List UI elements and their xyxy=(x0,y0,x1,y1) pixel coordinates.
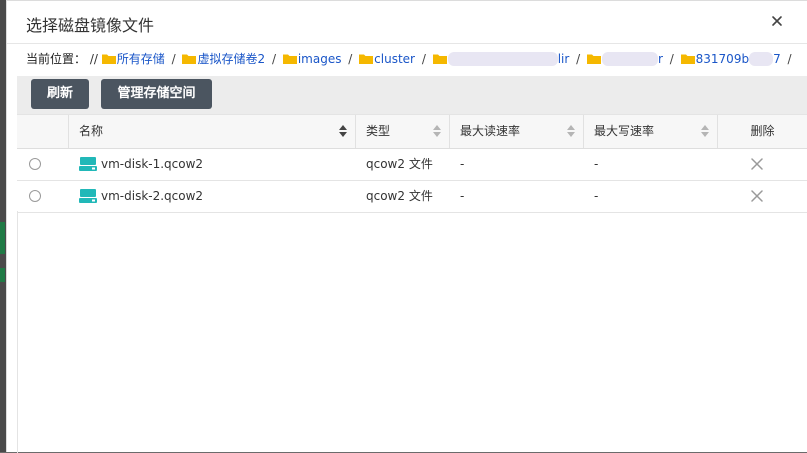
breadcrumb-item-all-storage[interactable]: 所有存储 xyxy=(101,52,169,66)
table-row[interactable]: vm-disk-2.qcow2 qcow2 文件 - - xyxy=(17,181,807,213)
backdrop-mark xyxy=(0,222,5,254)
column-header-max-read[interactable]: 最大读速率 xyxy=(450,115,584,148)
folder-icon xyxy=(359,54,374,64)
folder-icon xyxy=(101,54,116,64)
breadcrumb-separator: / xyxy=(576,52,581,66)
folder-icon xyxy=(432,54,447,64)
redacted-text xyxy=(749,52,774,66)
redacted-text xyxy=(602,52,658,66)
dialog-header: 选择磁盘镜像文件 xyxy=(7,1,807,44)
toolbar: 刷新 管理存储空间 xyxy=(17,76,807,114)
column-header-max-write[interactable]: 最大写速率 xyxy=(584,115,718,148)
redacted-text xyxy=(447,52,558,66)
column-header-name[interactable]: 名称 xyxy=(69,115,356,148)
row-name: vm-disk-1.qcow2 xyxy=(101,157,204,171)
sort-icon[interactable] xyxy=(339,125,347,137)
breadcrumb-item-images[interactable]: images xyxy=(282,52,345,66)
breadcrumb-item-cluster[interactable]: cluster xyxy=(359,52,419,66)
row-type: qcow2 文件 xyxy=(366,189,433,203)
column-header-delete: 删除 xyxy=(750,124,775,138)
manage-storage-button[interactable]: 管理存储空间 xyxy=(101,79,212,109)
folder-icon xyxy=(182,54,197,64)
folder-icon xyxy=(587,54,601,64)
breadcrumb-separator: / xyxy=(421,52,426,66)
breadcrumb-separator: / xyxy=(271,52,276,66)
table-header: 名称 类型 最大读速率 最大写速率 删除 xyxy=(17,114,807,149)
dialog-title: 选择磁盘镜像文件 xyxy=(26,16,155,35)
breadcrumb-item-redacted-1[interactable]: lir xyxy=(432,52,573,66)
breadcrumb-item-volume[interactable]: 虚拟存储卷2 xyxy=(182,52,268,66)
row-select-radio[interactable] xyxy=(29,158,41,170)
disk-image-table: 名称 类型 最大读速率 最大写速率 删除 vm-disk-1.qcow2 qco… xyxy=(17,114,807,213)
breadcrumb-separator: / xyxy=(669,52,674,66)
disk-icon xyxy=(79,189,97,203)
row-max-write: - xyxy=(594,189,599,203)
breadcrumb-prefix: 当前位置： xyxy=(26,52,87,66)
sort-icon[interactable] xyxy=(567,125,575,137)
breadcrumb-separator: / xyxy=(787,52,792,66)
breadcrumb-root[interactable]: // xyxy=(90,52,98,66)
breadcrumb-item-current[interactable]: 831709b 7 xyxy=(680,52,785,66)
row-name: vm-disk-2.qcow2 xyxy=(101,189,204,203)
select-disk-image-dialog: 选择磁盘镜像文件 当前位置： // 所有存储 / 虚拟存储卷2 / images… xyxy=(6,0,807,453)
folder-icon xyxy=(680,54,695,64)
breadcrumb: 当前位置： // 所有存储 / 虚拟存储卷2 / images / cluste… xyxy=(26,49,795,69)
backdrop-mark xyxy=(0,268,5,282)
breadcrumb-separator: / xyxy=(171,52,176,66)
refresh-button[interactable]: 刷新 xyxy=(31,79,89,109)
delete-icon[interactable] xyxy=(751,158,763,170)
sort-icon[interactable] xyxy=(701,125,709,137)
row-max-write: - xyxy=(594,157,599,171)
delete-icon[interactable] xyxy=(751,190,763,202)
table-border xyxy=(17,211,18,453)
table-row[interactable]: vm-disk-1.qcow2 qcow2 文件 - - xyxy=(17,149,807,181)
row-max-read: - xyxy=(460,189,465,203)
row-type: qcow2 文件 xyxy=(366,157,433,171)
folder-icon xyxy=(282,54,297,64)
disk-icon xyxy=(79,157,97,171)
row-max-read: - xyxy=(460,157,465,171)
close-icon[interactable] xyxy=(769,13,785,29)
row-select-radio[interactable] xyxy=(29,190,41,202)
breadcrumb-separator: / xyxy=(348,52,353,66)
sort-icon[interactable] xyxy=(433,125,441,137)
column-header-type[interactable]: 类型 xyxy=(356,115,450,148)
breadcrumb-item-redacted-2[interactable]: r xyxy=(587,52,667,66)
column-header-select xyxy=(17,115,69,148)
